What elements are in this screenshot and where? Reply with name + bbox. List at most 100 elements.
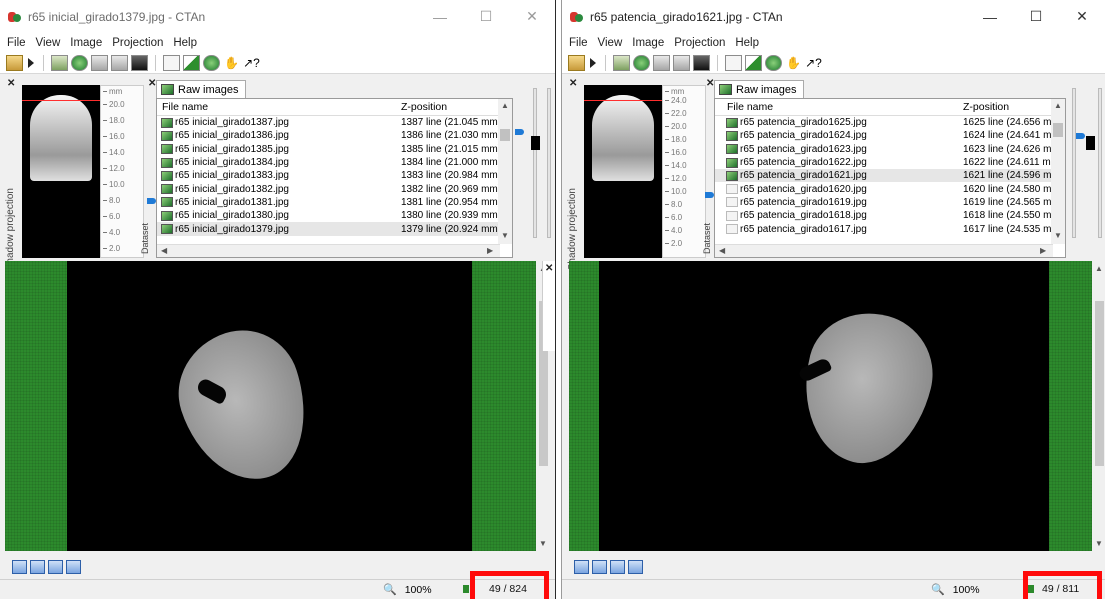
- scroll-down-icon[interactable]: ▼: [501, 231, 509, 240]
- file-list-hscroll[interactable]: ◀ ▶: [157, 244, 500, 257]
- menu-view[interactable]: View: [593, 37, 628, 49]
- shadow-projection-image[interactable]: [584, 85, 662, 258]
- play-icon[interactable]: [26, 55, 36, 71]
- histogram-icon[interactable]: [725, 54, 742, 71]
- reconstruction-icon[interactable]: [633, 54, 650, 71]
- view-mode-icon[interactable]: [66, 560, 81, 574]
- slice-position-line[interactable]: [584, 100, 662, 101]
- column-z-position[interactable]: Z-position: [963, 101, 1009, 113]
- menu-image[interactable]: Image: [627, 37, 669, 49]
- column-z-position[interactable]: Z-position: [401, 101, 447, 113]
- scroll-down-icon[interactable]: ▼: [1054, 231, 1062, 240]
- slider-knob[interactable]: [1086, 136, 1095, 150]
- histogram-icon[interactable]: [163, 54, 180, 71]
- column-file-name[interactable]: File name: [157, 101, 208, 113]
- menu-view[interactable]: View: [31, 37, 66, 49]
- scroll-up-icon[interactable]: ▲: [501, 101, 509, 110]
- table-row[interactable]: r65 inicial_girado1380.jpg 1380 line (20.…: [157, 209, 512, 222]
- slider-pointer[interactable]: [515, 129, 524, 135]
- hand-icon[interactable]: ✋: [785, 55, 802, 71]
- file-list-vscroll[interactable]: ▲ ▼: [1051, 99, 1065, 244]
- scroll-thumb[interactable]: [1053, 123, 1063, 137]
- 3d-model-icon[interactable]: [765, 54, 782, 71]
- table-row[interactable]: r65 inicial_girado1386.jpg 1386 line (21.…: [157, 129, 512, 142]
- binary-selection-icon[interactable]: [91, 54, 108, 71]
- table-row[interactable]: r65 patencia_girado1625.jpg 1625 line (24…: [715, 116, 1065, 129]
- scroll-left-icon[interactable]: ◀: [161, 246, 167, 255]
- table-row[interactable]: r65 inicial_girado1382.jpg 1382 line (20.…: [157, 182, 512, 195]
- menu-image[interactable]: Image: [65, 37, 107, 49]
- close-button[interactable]: ✕: [509, 0, 555, 33]
- file-list-vscroll[interactable]: ▲ ▼: [498, 99, 512, 244]
- hand-icon[interactable]: ✋: [223, 55, 240, 71]
- slider-track[interactable]: [547, 88, 551, 238]
- table-row[interactable]: r65 patencia_girado1623.jpg 1623 line (24…: [715, 143, 1065, 156]
- slider-track[interactable]: [533, 88, 537, 238]
- table-row[interactable]: r65 inicial_girado1385.jpg 1385 line (21.…: [157, 143, 512, 156]
- table-row[interactable]: r65 inicial_girado1384.jpg 1384 line (21.…: [157, 156, 512, 169]
- scroll-right-icon[interactable]: ▶: [1040, 246, 1046, 255]
- slider-pointer[interactable]: [1076, 133, 1085, 139]
- close-icon[interactable]: ✕: [7, 78, 15, 89]
- menu-file[interactable]: File: [564, 37, 593, 49]
- menu-help[interactable]: Help: [730, 37, 764, 49]
- roi-icon[interactable]: [111, 54, 128, 71]
- viewer-vscroll[interactable]: ▲ ▼: [1092, 261, 1105, 551]
- view-mode-icon[interactable]: [592, 560, 607, 574]
- scroll-left-icon[interactable]: ◀: [719, 246, 725, 255]
- menu-help[interactable]: Help: [168, 37, 202, 49]
- table-row[interactable]: r65 inicial_girado1387.jpg 1387 line (21.…: [157, 116, 512, 129]
- file-list[interactable]: File name Z-position r65 inicial_girado1…: [156, 98, 513, 258]
- maximize-button[interactable]: ☐: [463, 0, 509, 33]
- table-row[interactable]: r65 patencia_girado1617.jpg 1617 line (24…: [715, 222, 1065, 235]
- table-row[interactable]: r65 patencia_girado1618.jpg 1618 line (24…: [715, 209, 1065, 222]
- file-list[interactable]: File name Z-position r65 patencia_girado…: [714, 98, 1066, 258]
- menu-projection[interactable]: Projection: [107, 37, 168, 49]
- processed-images-icon[interactable]: [693, 54, 710, 71]
- column-file-name[interactable]: File name: [715, 101, 773, 113]
- open-folder-icon[interactable]: [6, 54, 23, 71]
- table-row-selected[interactable]: r65 patencia_girado1621.jpg 1621 line (24…: [715, 169, 1065, 183]
- table-row[interactable]: r65 patencia_girado1624.jpg 1624 line (24…: [715, 129, 1065, 142]
- open-folder-icon[interactable]: [568, 54, 585, 71]
- help-pointer-icon[interactable]: ↗?: [243, 55, 260, 71]
- threshold-slider[interactable]: [515, 78, 555, 258]
- table-row[interactable]: r65 inicial_girado1383.jpg 1383 line (20.…: [157, 169, 512, 182]
- maximize-button[interactable]: ☐: [1013, 0, 1059, 33]
- scroll-right-icon[interactable]: ▶: [487, 246, 493, 255]
- scroll-up-icon[interactable]: ▲: [1054, 101, 1062, 110]
- slider-track[interactable]: [1072, 88, 1076, 238]
- view-mode-icon[interactable]: [574, 560, 589, 574]
- processed-images-icon[interactable]: [131, 54, 148, 71]
- tab-raw-images[interactable]: Raw images: [714, 80, 804, 98]
- menu-file[interactable]: File: [2, 37, 31, 49]
- scroll-thumb[interactable]: [1095, 301, 1104, 466]
- scroll-down-icon[interactable]: ▼: [1095, 539, 1103, 548]
- close-button[interactable]: ✕: [1059, 0, 1105, 33]
- scroll-up-icon[interactable]: ▲: [1095, 264, 1103, 273]
- 3d-model-icon[interactable]: [203, 54, 220, 71]
- slice-position-line[interactable]: [22, 100, 100, 101]
- slider-track[interactable]: [1098, 88, 1102, 238]
- reconstruction-icon[interactable]: [71, 54, 88, 71]
- raw-images-icon[interactable]: [613, 54, 630, 71]
- view-mode-icon[interactable]: [628, 560, 643, 574]
- binary-selection-icon[interactable]: [653, 54, 670, 71]
- threshold-slider[interactable]: [1066, 78, 1105, 258]
- shadow-projection-image[interactable]: [22, 85, 100, 258]
- view-mode-icon[interactable]: [30, 560, 45, 574]
- scroll-down-icon[interactable]: ▼: [539, 539, 547, 548]
- view-mode-icon[interactable]: [48, 560, 63, 574]
- scroll-thumb[interactable]: [500, 129, 510, 141]
- help-pointer-icon[interactable]: ↗?: [805, 55, 822, 71]
- play-icon[interactable]: [588, 55, 598, 71]
- file-list-hscroll[interactable]: ◀ ▶: [715, 244, 1053, 257]
- tab-raw-images[interactable]: Raw images: [156, 80, 246, 98]
- table-row[interactable]: r65 patencia_girado1620.jpg 1620 line (24…: [715, 182, 1065, 195]
- roi-icon[interactable]: [673, 54, 690, 71]
- morphometry-icon[interactable]: [745, 54, 762, 71]
- close-icon[interactable]: ✕: [569, 78, 577, 89]
- close-icon[interactable]: ✕: [545, 263, 553, 274]
- slider-knob[interactable]: [531, 136, 540, 150]
- view-mode-icon[interactable]: [610, 560, 625, 574]
